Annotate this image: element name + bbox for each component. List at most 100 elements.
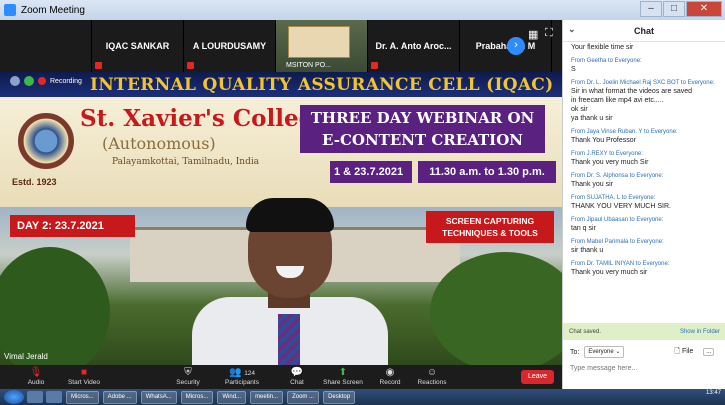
- speaker-name: Vimal Jerald: [4, 352, 48, 361]
- start-video-button[interactable]: ■ Start Video: [60, 367, 108, 386]
- pinned-app-icon[interactable]: [46, 391, 62, 403]
- message-text: Thank you sir: [571, 181, 614, 188]
- taskbar-app[interactable]: Micros...: [180, 390, 214, 404]
- message-sender: From Dr. S. Alphonsa to Everyone:: [571, 173, 664, 179]
- pinned-app-icon[interactable]: [27, 391, 43, 403]
- leave-button[interactable]: Leave: [521, 370, 554, 384]
- chat-message: From Geetha to Everyone: S: [571, 57, 718, 74]
- chat-message: From Jipaul Ubaasan to Everyone: tan q s…: [571, 216, 718, 233]
- fullscreen-icon[interactable]: ⛶: [545, 27, 553, 40]
- message-text: tan q sir: [571, 225, 596, 232]
- mic-muted-icon: [95, 62, 102, 69]
- topic-label: SCREEN CAPTURING TECHNIQUES & TOOLS: [426, 211, 554, 243]
- participant-name: IQAC SANKAR: [105, 41, 170, 51]
- chat-message-input[interactable]: [570, 362, 720, 374]
- message-text: ok sir: [571, 106, 588, 113]
- message-text: THANK YOU VERY MUCH SIR.: [571, 203, 671, 210]
- recording-label: Recording: [50, 77, 82, 85]
- webinar-title: THREE DAY WEBINAR ON E-CONTENT CREATION: [300, 105, 545, 153]
- taskbar-app[interactable]: WhatsA...: [140, 390, 177, 404]
- recipient-select[interactable]: Everyone ⌄: [584, 346, 625, 358]
- recording-dot-icon: [38, 77, 46, 85]
- gallery-strip: IQAC SANKAR A LOURDUSAMY MSITON PO... Dr…: [0, 20, 562, 72]
- info-icon[interactable]: [10, 76, 20, 86]
- chevron-down-icon[interactable]: ⌄: [568, 24, 576, 35]
- taskbar-app[interactable]: Micros...: [66, 390, 99, 404]
- audio-button[interactable]: 🎙 Audio: [12, 367, 60, 386]
- maximize-button[interactable]: □: [663, 1, 685, 17]
- participant-name: MSITON PO...: [286, 62, 331, 69]
- message-sender: From Geetha to Everyone:: [571, 58, 642, 64]
- show-in-folder-link[interactable]: Show in Folder: [680, 329, 720, 335]
- start-video-label: Start Video: [67, 379, 101, 386]
- taskbar-app[interactable]: Adobe ...: [102, 390, 137, 404]
- record-button[interactable]: ◉ Record: [366, 367, 414, 386]
- college-name: St. Xavier's College: [80, 105, 330, 132]
- security-label: Security: [176, 379, 200, 386]
- close-window-button[interactable]: ✕: [686, 1, 722, 17]
- message-sender: From Jaya Vinse Ruban. Y to Everyone:: [571, 129, 678, 135]
- day-label: DAY 2: 23.7.2021: [10, 215, 135, 237]
- webinar-line-2: E-CONTENT CREATION: [322, 131, 523, 149]
- system-clock[interactable]: 13:47: [706, 390, 721, 397]
- participant-tile[interactable]: Dr. A. Anto Aroc...: [368, 20, 460, 72]
- security-shield-icon[interactable]: [24, 76, 34, 86]
- share-screen-button[interactable]: ⬆ Share Screen: [319, 367, 367, 386]
- speaker-video: [170, 198, 410, 365]
- participant-tile[interactable]: IQAC SANKAR: [92, 20, 184, 72]
- participant-tile[interactable]: MSITON PO...: [276, 20, 368, 72]
- speaker-tie: [278, 314, 300, 365]
- more-options-button[interactable]: ...: [703, 348, 715, 356]
- participants-label: Participants: [225, 379, 259, 386]
- taskbar-app[interactable]: Desktop: [323, 390, 356, 404]
- video-off-icon: ■: [80, 367, 88, 378]
- chat-button[interactable]: 💬 Chat: [273, 367, 321, 386]
- file-icon: 🗋: [674, 347, 681, 355]
- file-button[interactable]: 🗋 File: [674, 347, 693, 358]
- participants-button[interactable]: 👥 124 Participants: [218, 367, 266, 386]
- microphone-muted-icon: 🎙: [29, 367, 43, 378]
- title-bar: Zoom Meeting – □ ✕: [0, 0, 725, 20]
- gallery-view-icon[interactable]: ▦: [528, 28, 538, 41]
- taskbar-app[interactable]: Wind...: [217, 390, 247, 404]
- participant-tile[interactable]: A LOURDUSAMY: [184, 20, 276, 72]
- participant-tile-blank[interactable]: [0, 20, 92, 72]
- record-label: Record: [379, 379, 401, 386]
- zoom-app-icon: [4, 4, 16, 16]
- shield-icon: ⛨: [184, 367, 192, 378]
- recipient-value: Everyone: [588, 349, 614, 355]
- message-sender: From Dr. TAMIL INIYAN to Everyone:: [571, 261, 670, 267]
- chat-messages[interactable]: Your flexible time sir From Geetha to Ev…: [563, 42, 725, 323]
- start-button-icon[interactable]: [4, 390, 24, 404]
- minimize-button[interactable]: –: [640, 1, 662, 17]
- message-text: Thank You Professor: [571, 137, 636, 144]
- estd-label: Estd. 1923: [12, 177, 57, 187]
- shared-screen: Recording INTERNAL QUALITY ASSURANCE CEL…: [0, 72, 562, 365]
- reactions-label: Reactions: [417, 379, 447, 386]
- message-text: Thank you very much sir: [571, 269, 648, 276]
- mic-muted-icon: [371, 62, 378, 69]
- message-text: Thank you very much Sir: [571, 159, 649, 166]
- taskbar-app[interactable]: Zoom ...: [287, 390, 320, 404]
- meeting-toolbar: 🎙 Audio ■ Start Video ⛨ Security 👥 124 Parti…: [0, 365, 562, 389]
- security-button[interactable]: ⛨ Security: [164, 367, 212, 386]
- webinar-time: 11.30 a.m. to 1.30 p.m.: [418, 161, 556, 183]
- participant-name: A LOURDUSAMY: [192, 41, 267, 51]
- participants-count: 124: [244, 370, 256, 377]
- smiley-plus-icon: ☺: [426, 367, 438, 378]
- chat-title: Chat: [634, 25, 654, 36]
- webinar-dates: 1 & 23.7.2021: [330, 161, 412, 183]
- reactions-button[interactable]: ☺ Reactions: [408, 367, 456, 386]
- message-text: Your flexible time sir: [571, 44, 634, 51]
- share-screen-icon: ⬆: [338, 367, 348, 378]
- college-banner: Estd. 1923 St. Xavier's College (Autonom…: [0, 97, 562, 207]
- windows-taskbar: Micros... Adobe ... WhatsA... Micros... …: [0, 389, 725, 405]
- message-text: in freecam like mp4 avi etc.....: [571, 97, 664, 104]
- college-autonomous: (Autonomous): [102, 134, 216, 153]
- topic-line-2: TECHNIQUES & TOOLS: [442, 228, 538, 238]
- webinar-line-1: THREE DAY WEBINAR ON: [310, 109, 535, 127]
- college-seal-logo: [18, 113, 74, 169]
- next-page-icon[interactable]: ›: [507, 37, 525, 55]
- chat-header: ⌄ Chat: [563, 20, 725, 42]
- taskbar-app[interactable]: meetin...: [250, 390, 284, 404]
